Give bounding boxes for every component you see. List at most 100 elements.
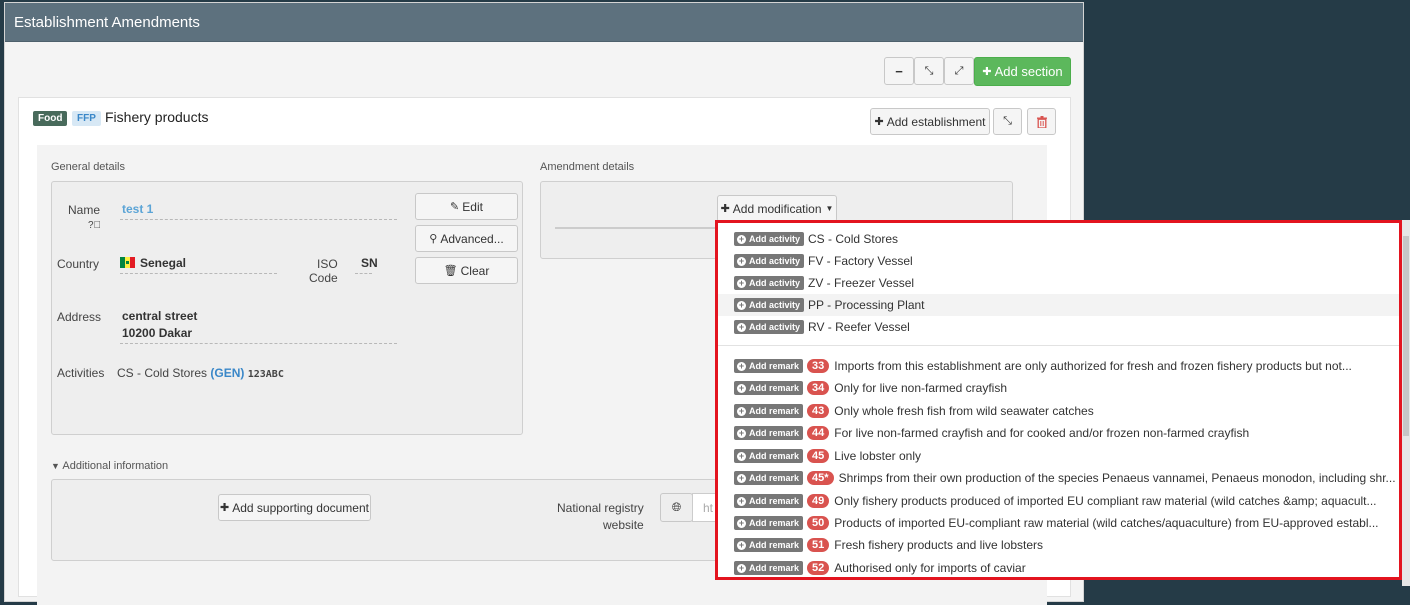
country-name: Senegal	[140, 256, 187, 270]
plus-circle-icon: +	[737, 495, 746, 506]
panel-title: Establishment Amendments	[5, 3, 1083, 42]
name-label: Name	[68, 203, 101, 217]
tag-label: Add activity	[749, 278, 801, 288]
clear-button[interactable]: 🗑︎ Clear	[415, 257, 518, 284]
globe-icon: 🌐︎	[671, 500, 682, 514]
registry-label-line2: website	[603, 518, 644, 532]
add-establishment-label: Add establishment	[886, 114, 986, 129]
expand-icon: ⤢	[954, 64, 964, 77]
menu-item-remark-44[interactable]: + Add remark 44 For live non-farmed crayf…	[718, 422, 1399, 444]
activity-name: CS - Cold Stores	[117, 366, 208, 380]
menu-item-activity-cs[interactable]: + Add activity CS - Cold Stores	[718, 228, 1399, 250]
remark-number-badge: 43	[807, 404, 830, 418]
edit-icon: ✎	[450, 201, 460, 213]
remark-text: Authorised only for imports of caviar	[834, 561, 1026, 575]
add-section-button[interactable]: ✚ Add section	[974, 57, 1071, 86]
menu-item-activity-pp[interactable]: + Add activity PP - Processing Plant	[718, 294, 1399, 316]
add-modification-menu: + Add activity CS - Cold Stores + Add acti…	[715, 220, 1402, 580]
add-activity-tag: + Add activity	[734, 276, 805, 290]
add-remark-tag: + Add remark	[734, 359, 804, 373]
add-remark-tag: + Add remark	[734, 426, 804, 440]
add-remark-tag: + Add remark	[734, 471, 804, 485]
remark-text: Products of imported EU-compliant raw ma…	[834, 516, 1379, 530]
plus-circle-icon: +	[737, 299, 746, 310]
compress-icon: ⤡	[1003, 115, 1012, 127]
plus-circle-icon: +	[737, 427, 746, 438]
remark-text: Only whole fresh fish from wild seawater…	[834, 404, 1094, 418]
activity-item: CS - Cold Stores (GEN) 123ABC	[117, 366, 284, 380]
help-icon[interactable]: ?⃝	[88, 220, 101, 231]
tag-label: Add remark	[749, 428, 800, 438]
compress-section-button[interactable]: ⤡	[993, 108, 1022, 135]
address-line1: central street	[122, 309, 198, 323]
plus-icon: ✚	[874, 116, 884, 128]
activity-option-label: CS - Cold Stores	[808, 232, 899, 246]
expand-button[interactable]: ⤢	[944, 57, 974, 85]
plus-circle-icon: +	[737, 255, 746, 266]
tag-label: Add remark	[749, 563, 800, 573]
remark-number-badge: 45	[807, 449, 830, 463]
registry-label: National registry website	[557, 500, 644, 534]
menu-item-activity-fv[interactable]: + Add activity FV - Factory Vessel	[718, 250, 1399, 272]
add-modification-button[interactable]: ✚ Add modification ▼	[717, 195, 837, 222]
menu-item-remark-50[interactable]: + Add remark 50 Products of imported EU-c…	[718, 512, 1399, 534]
additional-info-label: Additional information	[62, 460, 169, 472]
add-activity-tag: + Add activity	[734, 320, 805, 334]
iso-value: SN	[361, 256, 378, 270]
remark-number-badge: 49	[807, 494, 830, 508]
advanced-button[interactable]: ⚲ Advanced...	[415, 225, 518, 252]
add-remark-tag: + Add remark	[734, 381, 804, 395]
search-icon: ⚲	[429, 233, 438, 245]
activity-option-label: RV - Reefer Vessel	[808, 320, 910, 334]
ffp-badge: FFP	[72, 111, 101, 126]
remark-text: Live lobster only	[834, 449, 921, 463]
menu-item-remark-51[interactable]: + Add remark 51 Fresh fishery products an…	[718, 534, 1399, 556]
tag-label: Add activity	[749, 234, 801, 244]
add-section-label: Add section	[994, 64, 1063, 79]
edit-button[interactable]: ✎ Edit	[415, 193, 518, 220]
menu-item-remark-34[interactable]: + Add remark 34 Only for live non-farmed …	[718, 377, 1399, 399]
plus-icon: ✚	[982, 66, 992, 78]
add-remark-tag: + Add remark	[734, 538, 804, 552]
additional-info-toggle[interactable]: ▼ Additional information	[51, 460, 168, 472]
iso-label: ISO Code	[309, 257, 338, 285]
menu-item-activity-zv[interactable]: + Add activity ZV - Freezer Vessel	[718, 272, 1399, 294]
country-value: Senegal	[120, 256, 186, 270]
tag-label: Add remark	[749, 518, 800, 528]
menu-item-activity-rv[interactable]: + Add activity RV - Reefer Vessel	[718, 316, 1399, 338]
add-remark-tag: + Add remark	[734, 561, 804, 575]
add-supporting-document-button[interactable]: ✚ Add supporting document	[218, 494, 371, 521]
plus-circle-icon: +	[737, 277, 746, 288]
menu-item-remark-45-star[interactable]: + Add remark 45* Shrimps from their own p…	[718, 467, 1399, 489]
registry-label-line1: National registry	[557, 501, 644, 515]
add-activity-tag: + Add activity	[734, 298, 805, 312]
tag-label: Add remark	[749, 361, 800, 371]
trash-icon: 🗑︎	[443, 265, 458, 277]
remark-text: Fresh fishery products and live lobsters	[834, 538, 1044, 552]
remark-text: For live non-farmed crayfish and for coo…	[834, 426, 1250, 440]
advanced-label: Advanced...	[440, 231, 504, 246]
tag-label: Add remark	[749, 473, 800, 483]
iso-label-line1: ISO	[317, 257, 338, 271]
trash-icon	[1036, 115, 1047, 128]
delete-section-button[interactable]	[1027, 108, 1056, 135]
page-scrollbar[interactable]	[1402, 220, 1410, 586]
remark-number-badge: 33	[807, 359, 830, 373]
menu-item-remark-49[interactable]: + Add remark 49 Only fishery products pro…	[718, 490, 1399, 512]
activity-option-label: PP - Processing Plant	[808, 298, 925, 312]
address-label: Address	[57, 310, 102, 324]
plus-circle-icon: +	[737, 321, 746, 332]
scrollbar-thumb[interactable]	[1403, 236, 1409, 436]
remark-number-badge: 50	[807, 516, 830, 530]
name-value[interactable]: test 1	[122, 202, 153, 216]
globe-addon: 🌐︎	[660, 493, 693, 522]
add-establishment-button[interactable]: ✚ Add establishment	[870, 108, 990, 135]
compress-button[interactable]: ⤡	[914, 57, 944, 85]
menu-item-remark-33[interactable]: + Add remark 33 Imports from this establi…	[718, 355, 1399, 377]
tag-label: Add activity	[749, 322, 801, 332]
tag-label: Add remark	[749, 451, 800, 461]
menu-item-remark-45[interactable]: + Add remark 45 Live lobster only	[718, 445, 1399, 467]
menu-item-remark-52[interactable]: + Add remark 52 Authorised only for impor…	[718, 557, 1399, 577]
collapse-all-button[interactable]: −	[884, 57, 914, 85]
menu-item-remark-43[interactable]: + Add remark 43 Only whole fresh fish fro…	[718, 400, 1399, 422]
